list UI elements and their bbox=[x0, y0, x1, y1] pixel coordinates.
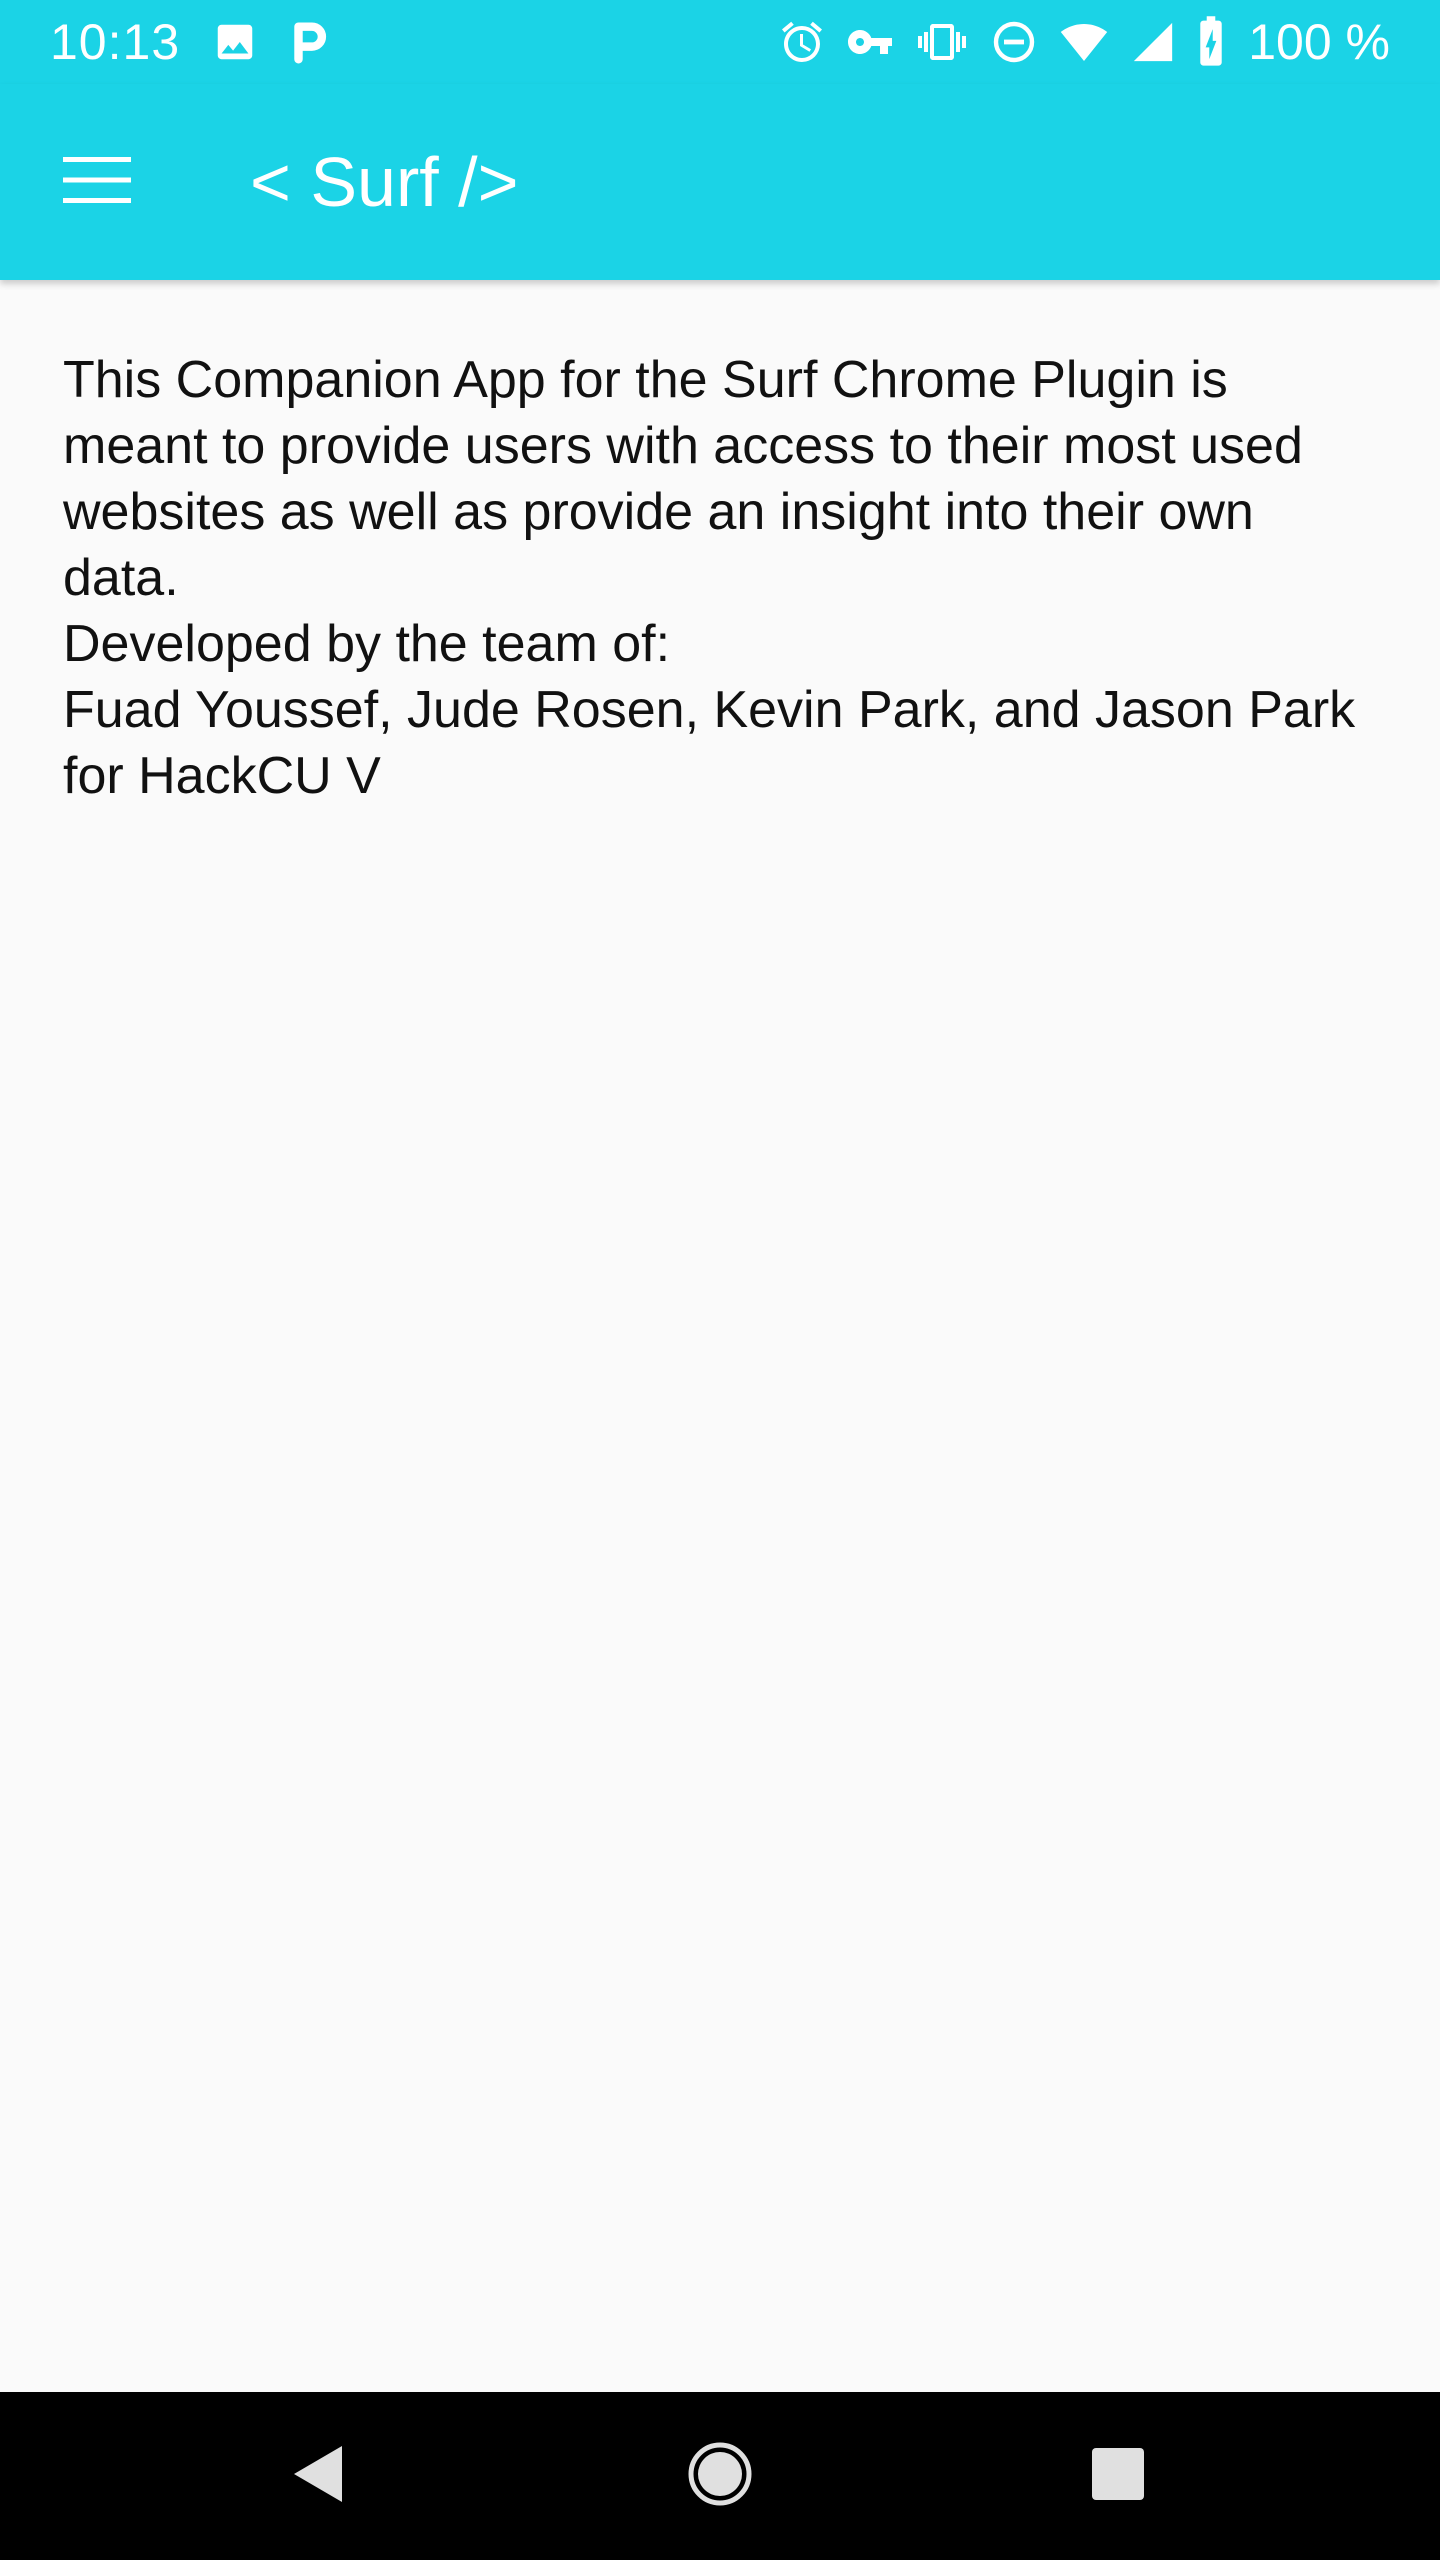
team-members: Fuad Youssef, Jude Rosen, Kevin Park, an… bbox=[63, 681, 1356, 805]
app-description: This Companion App for the Surf Chrome P… bbox=[63, 351, 1303, 607]
back-button[interactable] bbox=[278, 2436, 358, 2516]
about-content: This Companion App for the Surf Chrome P… bbox=[63, 347, 1383, 809]
status-notification-icons bbox=[212, 18, 332, 66]
team-heading: Developed by the team of: bbox=[63, 615, 671, 673]
status-bar: 10:13 100 % bbox=[0, 0, 1440, 84]
vpn-key-icon bbox=[846, 18, 894, 66]
p-app-icon bbox=[288, 19, 332, 65]
app-title: < Surf /> bbox=[250, 143, 519, 221]
recents-button[interactable] bbox=[1078, 2436, 1158, 2516]
image-icon bbox=[212, 19, 258, 65]
wifi-icon bbox=[1058, 18, 1110, 66]
do-not-disturb-icon bbox=[990, 18, 1038, 66]
alarm-icon bbox=[778, 18, 826, 66]
status-system-icons: 100 % bbox=[778, 12, 1390, 72]
battery-charging-icon bbox=[1196, 16, 1226, 68]
home-icon bbox=[686, 2440, 754, 2513]
app-bar: < Surf /> bbox=[0, 84, 1440, 280]
battery-percentage: 100 % bbox=[1248, 14, 1390, 70]
menu-icon bbox=[63, 155, 131, 210]
back-icon bbox=[288, 2442, 348, 2511]
vibrate-icon bbox=[914, 18, 970, 66]
navigation-bar bbox=[0, 2392, 1440, 2560]
menu-button[interactable] bbox=[40, 126, 154, 238]
status-time: 10:13 bbox=[50, 14, 181, 70]
home-button[interactable] bbox=[680, 2436, 760, 2516]
recents-icon bbox=[1090, 2446, 1146, 2507]
signal-icon bbox=[1130, 19, 1176, 65]
